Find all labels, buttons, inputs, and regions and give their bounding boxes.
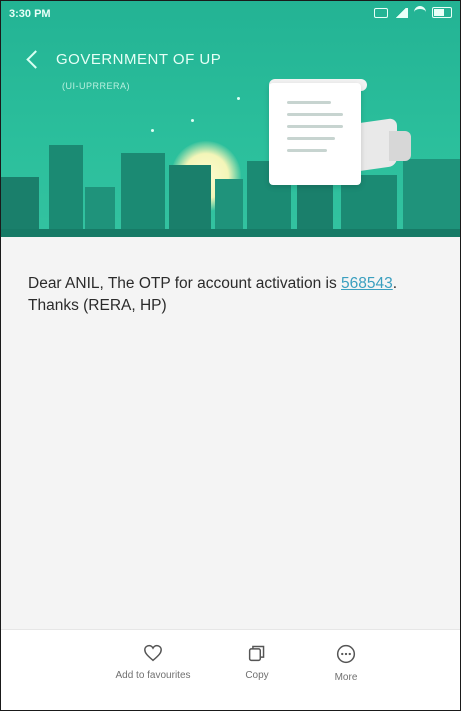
status-time: 3:30 PM: [9, 8, 51, 20]
heart-icon: [144, 644, 162, 662]
header-title-row: GOVERNMENT OF UP: [26, 50, 222, 69]
signal-icon: [394, 7, 408, 18]
sparkle: [151, 129, 154, 132]
wifi-icon: [414, 6, 426, 19]
scroll-curl-illustration: [389, 131, 411, 161]
copy-label: Copy: [245, 670, 269, 681]
document-line: [287, 125, 343, 128]
back-arrow-icon[interactable]: [26, 50, 45, 69]
favourites-label: Add to favourites: [115, 670, 191, 681]
copy-button[interactable]: Copy: [232, 644, 282, 681]
copy-icon: [248, 645, 265, 662]
message-notification-icon: [374, 7, 388, 18]
battery-icon: [432, 7, 452, 18]
sparkle: [237, 97, 240, 100]
building-illustration: [169, 165, 211, 237]
sender-title: GOVERNMENT OF UP: [56, 51, 222, 68]
document-illustration: [269, 83, 361, 185]
building-illustration: [1, 177, 39, 237]
document-line: [287, 113, 343, 116]
building-illustration: [121, 153, 165, 237]
sender-subtitle: (UI-UPRRERA): [62, 81, 130, 91]
building-illustration: [403, 159, 460, 237]
document-line: [287, 101, 331, 104]
document-line: [287, 149, 327, 152]
status-bar: 3:30 PM: [1, 1, 460, 27]
sender-header: 3:30 PM GOVERNMENT OF UP (UI-UPRRERA): [1, 1, 460, 237]
more-label: More: [334, 672, 358, 683]
sparkle: [191, 119, 194, 122]
status-icons: [374, 6, 452, 19]
document-line: [287, 137, 335, 140]
message-text: Dear ANIL, The OTP for account activatio…: [28, 275, 342, 292]
sms-detail-screen: 3:30 PM GOVERNMENT OF UP (UI-UPRRERA) De…: [0, 0, 461, 711]
add-to-favourites-button[interactable]: Add to favourites: [93, 644, 213, 681]
message-body[interactable]: Dear ANIL, The OTP for account activatio…: [28, 273, 438, 317]
more-icon: [336, 644, 356, 664]
bottom-action-bar: Add to favourites Copy More: [1, 629, 460, 710]
ground-illustration: [1, 229, 460, 237]
building-illustration: [49, 145, 83, 237]
otp-code-link[interactable]: 568543: [341, 275, 393, 292]
more-button[interactable]: More: [321, 644, 371, 683]
